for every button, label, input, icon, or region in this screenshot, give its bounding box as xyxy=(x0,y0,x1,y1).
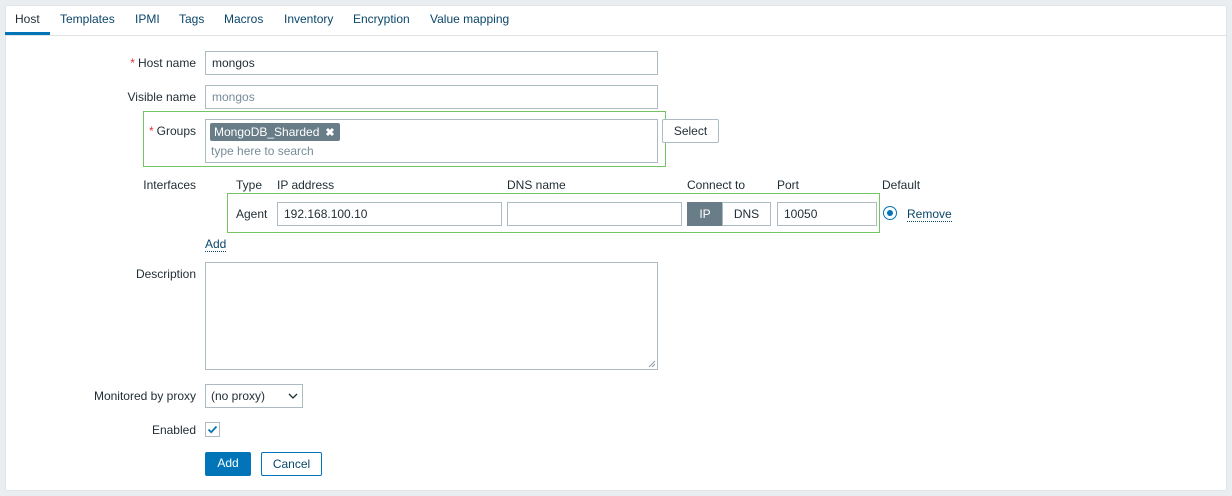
host-form-panel xyxy=(5,5,1227,491)
tab-ipmi[interactable]: IPMI xyxy=(135,5,160,35)
visible-name-input[interactable]: mongos xyxy=(205,85,658,109)
default-interface-radio[interactable] xyxy=(883,206,897,220)
host-name-label: * Host name xyxy=(130,56,196,70)
tab-macros[interactable]: Macros xyxy=(224,5,263,35)
host-name-input[interactable]: mongos xyxy=(205,51,658,75)
interfaces-header-type: Type xyxy=(236,178,263,192)
enabled-checkbox[interactable] xyxy=(205,422,220,437)
groups-search-input[interactable]: type here to search xyxy=(211,144,314,158)
enabled-label: Enabled xyxy=(151,423,196,437)
proxy-label: Monitored by proxy xyxy=(93,389,196,403)
tab-templates[interactable]: Templates xyxy=(60,5,115,35)
remove-interface-link[interactable]: Remove xyxy=(907,207,952,222)
interfaces-header-port: Port xyxy=(777,178,800,192)
interfaces-header-connect: Connect to xyxy=(687,178,746,192)
groups-multiselect[interactable]: MongoDB_Sharded ✖ type here to search xyxy=(205,119,658,163)
tab-inventory[interactable]: Inventory xyxy=(284,5,333,35)
interfaces-header-ip: IP address xyxy=(277,178,335,192)
tab-bar: Host Templates IPMI Tags Macros Inventor… xyxy=(5,5,1227,36)
description-label: Description xyxy=(135,267,196,281)
remove-chip-icon[interactable]: ✖ xyxy=(325,127,334,139)
interfaces-header-dns: DNS name xyxy=(507,178,566,192)
interface-type: Agent xyxy=(236,207,268,221)
resize-handle-icon[interactable] xyxy=(648,360,656,368)
interface-dns-input[interactable] xyxy=(507,202,682,226)
interfaces-header-default: Default xyxy=(882,178,921,192)
interfaces-label: Interfaces xyxy=(143,178,196,192)
visible-name-label: Visible name xyxy=(127,90,196,104)
groups-label: * Groups xyxy=(148,124,196,138)
add-button[interactable]: Add xyxy=(205,452,251,476)
tab-encryption[interactable]: Encryption xyxy=(353,5,410,35)
checkmark-icon xyxy=(207,425,218,434)
connect-ip-button[interactable]: IP xyxy=(687,202,723,226)
group-chip-label: MongoDB_Sharded xyxy=(214,125,320,139)
proxy-select[interactable]: (no proxy) xyxy=(205,384,303,408)
cancel-button[interactable]: Cancel xyxy=(261,452,322,476)
description-textarea[interactable] xyxy=(205,262,658,370)
proxy-selected-value: (no proxy) xyxy=(211,389,266,403)
connect-dns-button[interactable]: DNS xyxy=(722,202,771,226)
add-interface-link[interactable]: Add xyxy=(205,237,227,252)
chevron-down-icon xyxy=(288,393,298,399)
tab-host[interactable]: Host xyxy=(5,5,50,35)
groups-select-button[interactable]: Select xyxy=(662,119,719,143)
interface-ip-input[interactable]: 192.168.100.10 xyxy=(277,202,502,226)
required-mark: * xyxy=(130,56,135,70)
group-chip: MongoDB_Sharded ✖ xyxy=(210,123,340,141)
tab-value-mapping[interactable]: Value mapping xyxy=(430,5,509,35)
tab-tags[interactable]: Tags xyxy=(179,5,204,35)
interface-port-input[interactable]: 10050 xyxy=(777,202,877,226)
